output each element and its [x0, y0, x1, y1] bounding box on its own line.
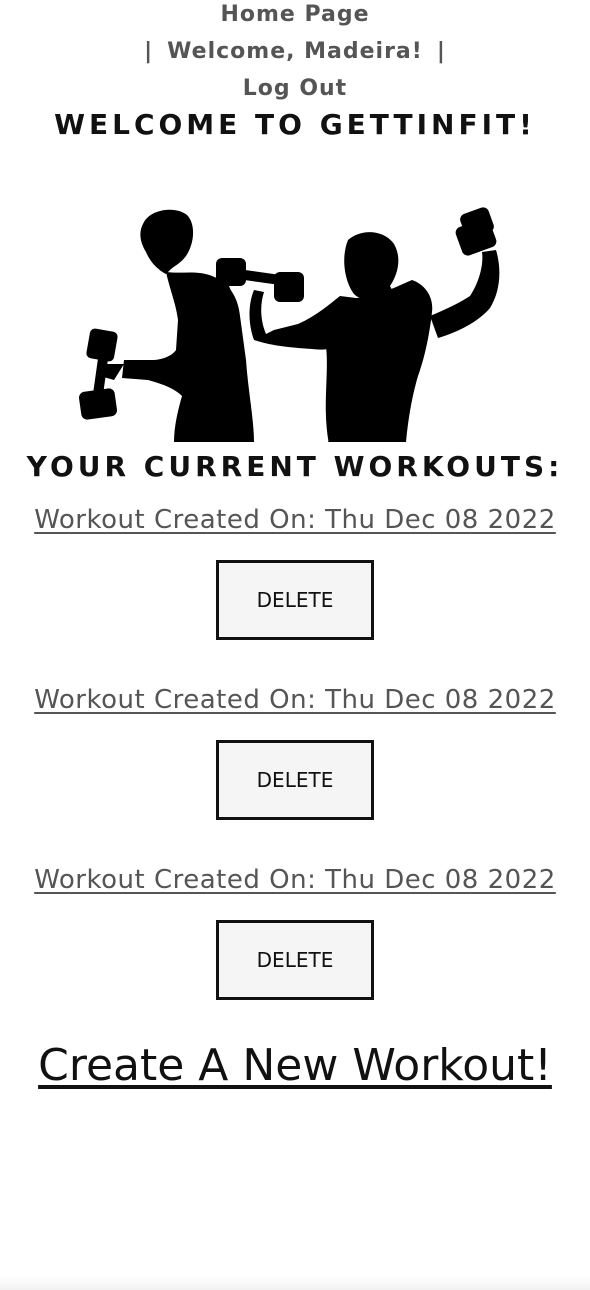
nav-separator-left: | — [144, 39, 154, 64]
workout-link[interactable]: Workout Created On: Thu Dec 08 2022 — [0, 682, 590, 718]
nav-home-link[interactable]: Home Page — [0, 2, 590, 27]
page: Home Page | Welcome, Madeira! | Log Out WE… — [0, 0, 590, 1290]
workout-link[interactable]: Workout Created On: Thu Dec 08 2022 — [0, 862, 590, 898]
workout-link[interactable]: Workout Created On: Thu Dec 08 2022 — [0, 502, 590, 538]
page-title: WELCOME TO GETTINFIT! — [54, 108, 536, 141]
workout-item: Workout Created On: Thu Dec 08 2022 DELE… — [0, 502, 590, 640]
bottom-edge — [0, 1276, 590, 1290]
nav-welcome-link[interactable]: Welcome, Madeira! — [167, 39, 423, 64]
delete-workout-button[interactable]: DELETE — [216, 920, 374, 1000]
workout-silhouette-image — [79, 207, 500, 442]
create-workout-link[interactable]: Create A New Workout! — [0, 1040, 590, 1091]
workouts-section-title: YOUR CURRENT WORKOUTS: — [26, 450, 564, 483]
delete-workout-button[interactable]: DELETE — [216, 740, 374, 820]
nav-logout-link[interactable]: Log Out — [0, 76, 590, 101]
delete-workout-button[interactable]: DELETE — [216, 560, 374, 640]
workout-item: Workout Created On: Thu Dec 08 2022 DELE… — [0, 862, 590, 1000]
nav-separator-right: | — [436, 39, 446, 64]
nav-welcome-row: | Welcome, Madeira! | — [0, 39, 590, 64]
workout-item: Workout Created On: Thu Dec 08 2022 DELE… — [0, 682, 590, 820]
